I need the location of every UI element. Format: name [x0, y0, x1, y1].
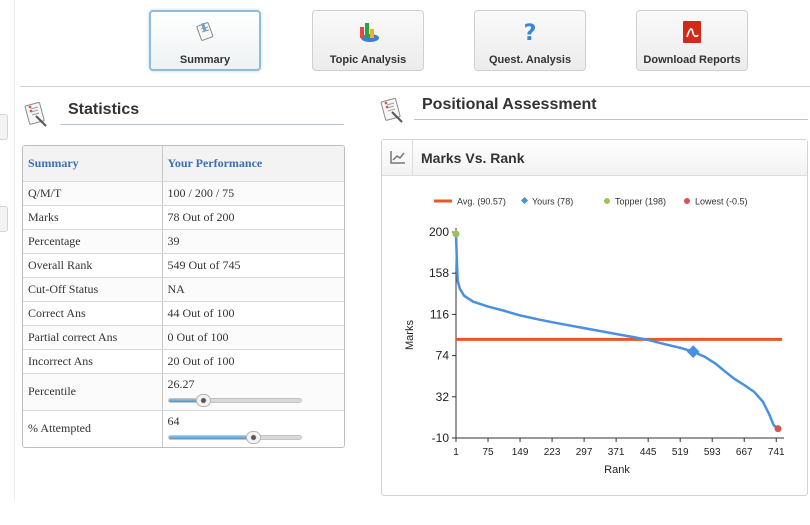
y-tick-label: 116 — [430, 307, 449, 321]
your-rank-point — [686, 345, 700, 359]
legend-yours-swatch — [520, 196, 529, 205]
svg-text:?: ? — [524, 21, 537, 45]
percentile-row: Percentile 26.27 — [23, 373, 344, 411]
left-border-line — [14, 0, 15, 500]
attempted-slider[interactable] — [167, 430, 302, 444]
marks-rank-chart: Avg. (90.57) Yours (78) Topper (198) Lowest… — [404, 196, 785, 477]
row-value: NA — [162, 277, 344, 302]
slider-handle[interactable] — [196, 393, 212, 407]
x-tick-label: 1 — [453, 447, 459, 458]
table-row: Correct Ans 44 Out of 100 — [23, 301, 344, 326]
summary-label: Summary — [179, 54, 231, 66]
column-header-summary: Summary — [23, 146, 163, 182]
marks-vs-rank-panel: Marks Vs. Rank Avg. (90.57) Yours (78) Top… — [381, 139, 808, 496]
statistics-title: Statistics — [68, 101, 140, 118]
x-tick-label: 371 — [608, 447, 625, 458]
lowest-point — [774, 425, 782, 433]
x-tick-label: 149 — [512, 447, 529, 458]
legend-lowest-swatch — [684, 198, 690, 204]
legend-topper-swatch — [604, 198, 610, 204]
slider-fill — [168, 435, 253, 439]
row-label: Partial correct Ans — [23, 325, 163, 350]
row-label: Overall Rank — [23, 253, 163, 278]
slider-handle[interactable] — [245, 430, 261, 444]
x-tick-label: 223 — [544, 447, 561, 458]
collapsed-tab-handle[interactable] — [0, 206, 8, 232]
positional-assessment-title: Positional Assessment — [422, 96, 597, 113]
row-value: 78 Out of 200 — [162, 205, 344, 230]
row-label: Marks — [23, 205, 163, 230]
table-row: Q/M/T 100 / 200 / 75 — [23, 181, 344, 206]
x-tick-label: 445 — [640, 447, 657, 458]
attempted-value: 64 — [167, 414, 180, 429]
topper-point — [452, 230, 460, 238]
table-row: Partial correct Ans 0 Out of 100 — [23, 325, 344, 350]
x-tick-label: 741 — [768, 447, 785, 458]
y-tick-label: 32 — [436, 390, 450, 404]
x-tick-label: 667 — [736, 447, 753, 458]
legend-label: Topper (198) — [615, 197, 666, 207]
quest-analysis-label: Quest. Analysis — [488, 54, 572, 66]
x-tick-label: 519 — [672, 447, 689, 458]
topic-analysis-button[interactable]: Topic Analysis — [312, 10, 424, 71]
header-separator — [412, 140, 413, 176]
row-label: Correct Ans — [23, 301, 163, 326]
pdf-icon — [683, 21, 701, 43]
row-value: 20 Out of 100 — [162, 349, 344, 374]
row-value: 39 — [162, 229, 344, 254]
row-value: 549 Out of 745 — [162, 253, 344, 278]
y-tick-label: -10 — [432, 431, 450, 445]
legend-label: Lowest (-0.5) — [695, 197, 748, 207]
row-value: 0 Out of 100 — [162, 325, 344, 350]
table-row: Incorrect Ans 20 Out of 100 — [23, 349, 344, 374]
clipboard-icon — [24, 101, 47, 127]
line-chart-icon — [390, 151, 405, 164]
row-label: % Attempted — [23, 410, 163, 447]
x-axis-label: Rank — [604, 464, 630, 476]
row-label: Incorrect Ans — [23, 349, 163, 374]
topic-analysis-label: Topic Analysis — [329, 54, 407, 66]
summary-button[interactable]: Summary — [149, 10, 261, 71]
question-mark-icon: ? — [524, 21, 537, 45]
x-tick-label: 297 — [576, 447, 593, 458]
panel-header: Marks Vs. Rank — [382, 140, 807, 176]
table-row: Marks 78 Out of 200 — [23, 205, 344, 230]
x-tick-label: 75 — [482, 447, 494, 458]
panel-title: Marks Vs. Rank — [421, 150, 525, 166]
statistics-underline — [60, 124, 344, 125]
topic-chart-icon — [360, 23, 379, 42]
x-tick-label: 593 — [704, 447, 721, 458]
percentile-value: 26.27 — [167, 376, 195, 391]
download-reports-button[interactable]: Download Reports — [636, 10, 748, 71]
row-value: 44 Out of 100 — [162, 301, 344, 326]
y-axis-label: Marks — [404, 320, 416, 350]
y-tick-label: 200 — [429, 225, 449, 239]
collapsed-tab-handle[interactable] — [0, 114, 8, 140]
row-label: Percentile — [23, 373, 163, 411]
table-row: Cut-Off Status NA — [23, 277, 344, 302]
positional-underline — [414, 119, 808, 120]
quest-analysis-button[interactable]: ? Quest. Analysis — [474, 10, 586, 71]
table-row: Overall Rank 549 Out of 745 — [23, 253, 344, 278]
table-row: Percentage 39 — [23, 229, 344, 254]
download-reports-label: Download Reports — [643, 54, 741, 66]
row-label: Cut-Off Status — [23, 277, 163, 302]
marks-curve — [454, 233, 779, 430]
clipboard-icon — [380, 97, 403, 123]
y-tick-label: 158 — [429, 266, 449, 280]
y-tick-label: 74 — [436, 349, 450, 363]
table-header-row: Summary Your Performance — [23, 146, 344, 182]
summary-icon — [196, 22, 214, 41]
row-label: Percentage — [23, 229, 163, 254]
percentile-slider[interactable] — [167, 393, 302, 407]
header-divider — [20, 86, 810, 87]
attempted-row: % Attempted 64 — [23, 410, 344, 447]
column-header-performance: Your Performance — [162, 146, 344, 182]
row-label: Q/M/T — [23, 181, 163, 206]
statistics-table: Summary Your Performance Q/M/T 100 / 200 … — [22, 145, 345, 448]
legend-label: Avg. (90.57) — [457, 197, 506, 207]
legend-label: Yours (78) — [532, 197, 573, 207]
row-value: 100 / 200 / 75 — [162, 181, 344, 206]
